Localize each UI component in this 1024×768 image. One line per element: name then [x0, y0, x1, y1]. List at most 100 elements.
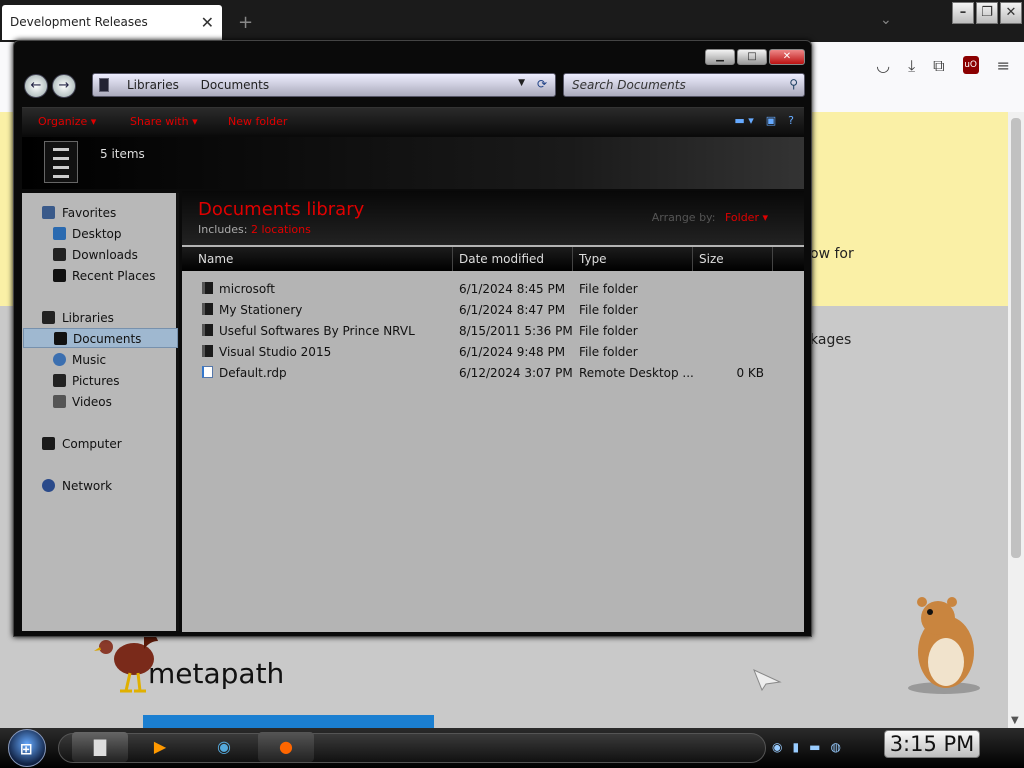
pocket-icon[interactable]: ◡ [876, 56, 890, 76]
search-placeholder: Search Documents [572, 78, 686, 92]
sidebar-item-recent-places[interactable]: Recent Places [22, 266, 177, 286]
cursor-icon [753, 669, 782, 692]
browser-tab-title: Development Releases [10, 15, 148, 29]
taskbar: ⊞ ▇ ▶ ◉ ● ◉ ▮ ▬ ◍ 3:15 PM [0, 728, 1024, 768]
table-row[interactable]: Default.rdp 6/12/2024 3:07 PM Remote Des… [182, 363, 804, 384]
arrange-by: Arrange by: Folder ▾ [651, 211, 768, 224]
table-row[interactable]: My Stationery 6/1/2024 8:47 PM File fold… [182, 300, 804, 321]
locations-link[interactable]: 2 locations [251, 223, 311, 236]
sidebar-item-network[interactable]: Network [22, 476, 177, 496]
clock[interactable]: 3:15 PM [884, 730, 980, 758]
start-button[interactable]: ⊞ [8, 729, 46, 767]
sidebar-item-documents[interactable]: Documents [23, 328, 178, 348]
downloads-icon [53, 248, 66, 261]
scroll-down-icon[interactable]: ▼ [1011, 715, 1019, 726]
firefox-taskbar-icon[interactable]: ● [258, 732, 314, 762]
chevron-down-icon[interactable]: ▼ [518, 78, 525, 88]
change-view-icon[interactable]: ▬ ▾ [734, 114, 753, 127]
search-input[interactable]: Search Documents ⚲ [563, 73, 805, 97]
tray-app-icon[interactable]: ▮ [792, 740, 799, 754]
tray-expand-icon[interactable]: ◉ [772, 740, 782, 754]
browser-tab[interactable]: Development Releases ✕ [2, 5, 222, 40]
forward-icon[interactable]: → [52, 74, 76, 98]
restore-icon[interactable]: ❐ [976, 2, 998, 24]
minimize-icon[interactable]: ▁ [705, 49, 735, 65]
sidebar-item-favorites[interactable]: Favorites [22, 203, 177, 223]
pictures-icon [53, 374, 66, 387]
details-strip: 5 items [22, 137, 804, 189]
command-bar: Organize ▾ Share with ▾ New folder ▬ ▾ ▣… [22, 107, 804, 135]
sidebar-item-desktop[interactable]: Desktop [22, 224, 177, 244]
column-name[interactable]: Name [198, 252, 233, 266]
column-type[interactable]: Type [579, 252, 607, 266]
view-controls: ▬ ▾ ▣ ? [734, 114, 794, 127]
sidebar-item-computer[interactable]: Computer [22, 434, 177, 454]
documents-icon [54, 332, 67, 345]
system-tray: ◉ ▮ ▬ ◍ [772, 740, 841, 754]
minimize-icon[interactable]: – [952, 2, 974, 24]
breadcrumb-libraries[interactable]: Libraries [127, 78, 179, 92]
tab-list-button[interactable]: ⌄ [880, 12, 892, 28]
new-tab-button[interactable]: + [238, 12, 253, 33]
media-player-taskbar-icon[interactable]: ▶ [132, 732, 188, 762]
network-icon [42, 479, 55, 492]
table-row[interactable]: Visual Studio 2015 6/1/2024 9:48 PM File… [182, 342, 804, 363]
ublock-icon[interactable]: uO [962, 56, 979, 74]
maximize-icon[interactable]: □ [737, 49, 767, 65]
explorer-taskbar-icon[interactable]: ▇ [72, 732, 128, 762]
arrange-by-dropdown[interactable]: Folder ▾ [725, 211, 768, 224]
breadcrumb-documents[interactable]: Documents [201, 78, 269, 92]
address-bar[interactable]: Libraries Documents ▼ ⟳ [92, 73, 556, 97]
browser-toolbar-icons: ◡ ⤓ ⧉ uO ≡ [876, 56, 1010, 76]
organize-button[interactable]: Organize ▾ [38, 115, 96, 128]
table-row[interactable]: microsoft 6/1/2024 8:45 PM File folder [182, 279, 804, 300]
help-icon[interactable]: ? [788, 114, 794, 127]
explorer-window: ▁ □ ✕ ← → Libraries Documents ▼ ⟳ Search… [13, 40, 812, 637]
page-scrollbar[interactable]: ▼ [1008, 112, 1024, 728]
navigation-pane: Favorites Desktop Downloads Recent Place… [22, 193, 179, 631]
new-folder-button[interactable]: New folder [228, 115, 287, 128]
sidebar-item-libraries[interactable]: Libraries [22, 308, 177, 328]
refresh-icon[interactable]: ⟳ [537, 77, 547, 91]
extensions-icon[interactable]: ⧉ [933, 56, 944, 76]
close-icon[interactable]: ✕ [769, 49, 805, 65]
column-size[interactable]: Size [699, 252, 724, 266]
sidebar-item-pictures[interactable]: Pictures [22, 371, 177, 391]
table-row[interactable]: Useful Softwares By Prince NRVL 8/15/201… [182, 321, 804, 342]
folder-icon [202, 345, 213, 357]
tray-network-icon[interactable]: ▬ [809, 740, 820, 754]
navigation-bar: ← → Libraries Documents ▼ ⟳ Search Docum… [22, 71, 805, 101]
windows-logo-icon: ⊞ [20, 740, 33, 758]
share-with-button[interactable]: Share with ▾ [130, 115, 198, 128]
browser-tab-strip: Development Releases ✕ + ⌄ – ❐ ✕ [0, 0, 1024, 42]
sidebar-item-videos[interactable]: Videos [22, 392, 177, 412]
search-icon[interactable]: ⚲ [789, 77, 798, 91]
page-text: ow for [810, 246, 854, 262]
explorer-window-controls: ▁ □ ✕ [705, 49, 805, 65]
library-includes: Includes: 2 locations [198, 223, 311, 236]
music-icon [53, 353, 66, 366]
item-count: 5 items [100, 147, 145, 161]
library-header: Documents library Includes: 2 locations … [182, 191, 804, 245]
desktop-icon [53, 227, 66, 240]
recent-places-icon [53, 269, 66, 282]
hamster-mascot-icon [908, 597, 980, 694]
tray-volume-icon[interactable]: ◍ [830, 740, 840, 754]
file-list-pane: Documents library Includes: 2 locations … [182, 191, 804, 632]
column-date[interactable]: Date modified [459, 252, 544, 266]
scroll-thumb[interactable] [1011, 118, 1021, 558]
back-icon[interactable]: ← [24, 74, 48, 98]
sidebar-item-music[interactable]: Music [22, 350, 177, 370]
download-icon[interactable]: ⤓ [908, 56, 915, 76]
column-header: Name Date modified Type Size [182, 247, 804, 271]
close-icon[interactable]: ✕ [1000, 2, 1022, 24]
internet-taskbar-icon[interactable]: ◉ [196, 732, 252, 762]
menu-icon[interactable]: ≡ [997, 56, 1010, 76]
turkey-mascot-icon [94, 633, 158, 693]
preview-pane-icon[interactable]: ▣ [766, 114, 776, 127]
videos-icon [53, 395, 66, 408]
folder-icon [202, 303, 213, 315]
sidebar-item-downloads[interactable]: Downloads [22, 245, 177, 265]
library-icon [99, 78, 109, 92]
close-tab-icon[interactable]: ✕ [201, 13, 214, 32]
